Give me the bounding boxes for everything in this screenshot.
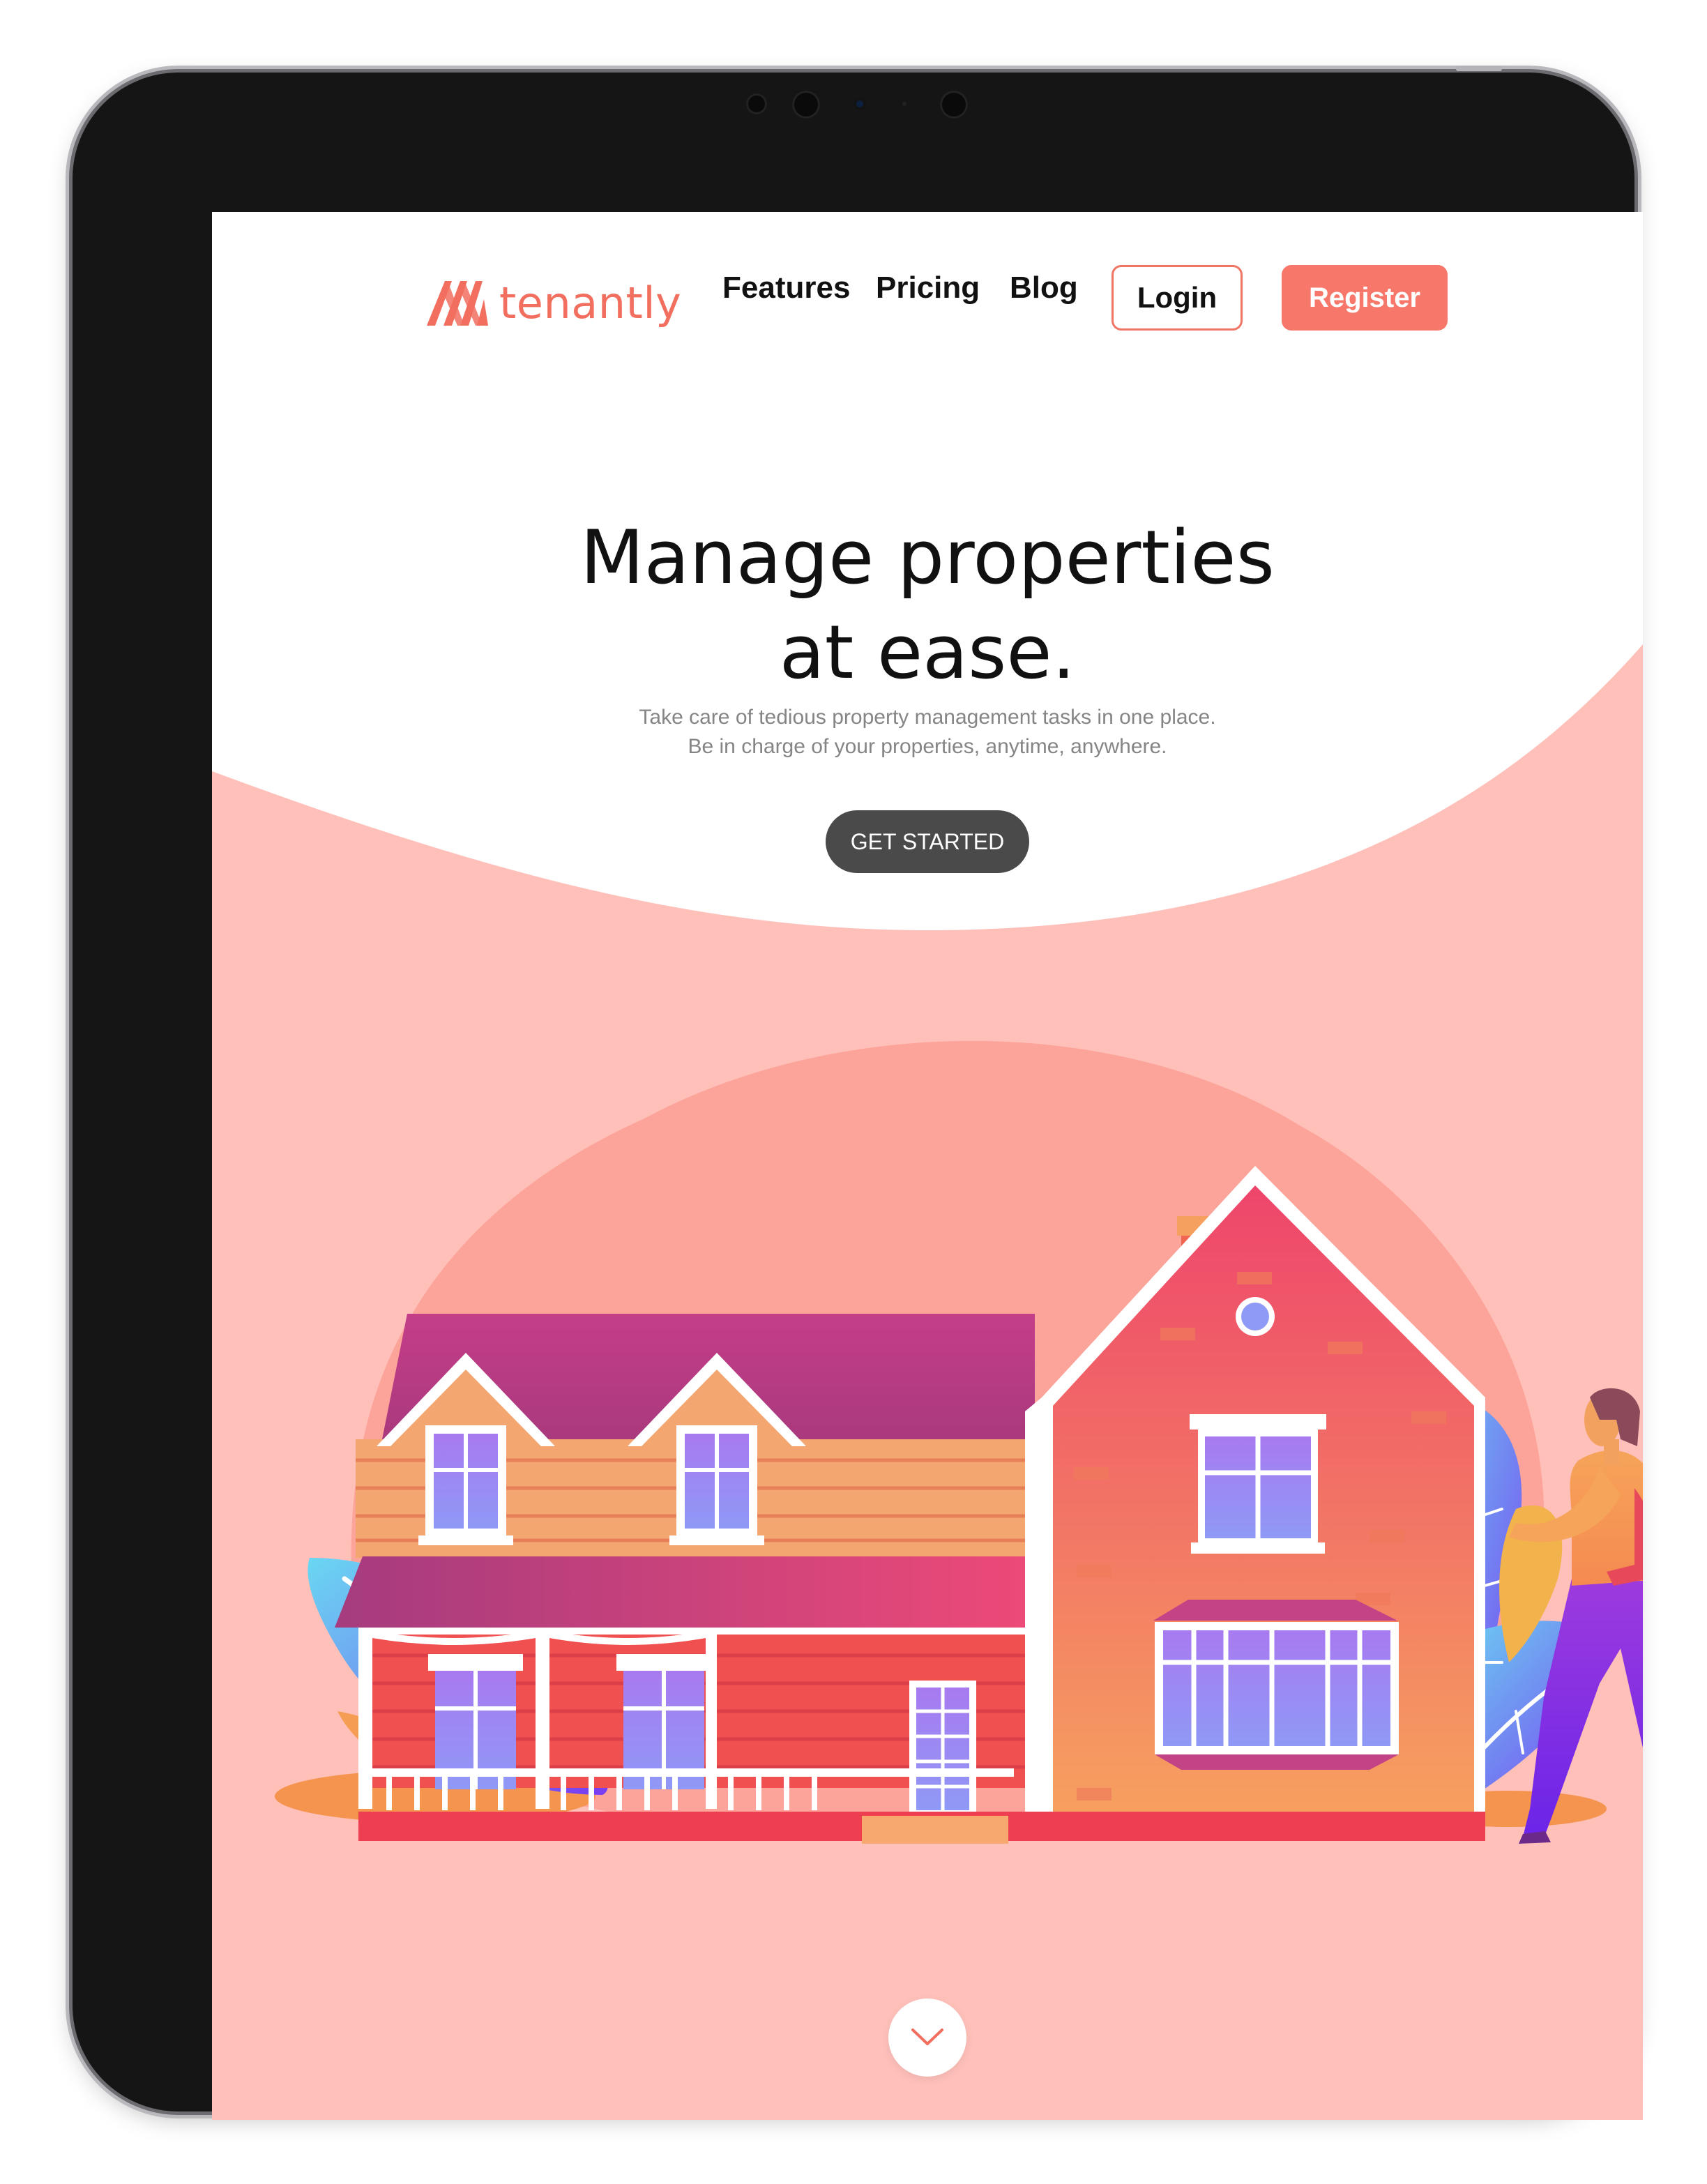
tablet-screen: tenantly Features Pricing Blog Login Reg… [212,212,1643,2120]
sensor-dot [902,102,906,106]
sensor-dot [746,93,767,114]
house-tower [1025,1166,1485,1841]
front-camera [854,98,866,110]
sensor-dot [940,91,968,119]
house-left-wing [335,1314,1042,1844]
scroll-down-button[interactable] [888,1999,966,2077]
chevron-down-icon [911,2028,943,2045]
house-illustration [275,1166,1643,1844]
sensor-dot [792,91,820,119]
tablet-power-button [1456,66,1502,71]
